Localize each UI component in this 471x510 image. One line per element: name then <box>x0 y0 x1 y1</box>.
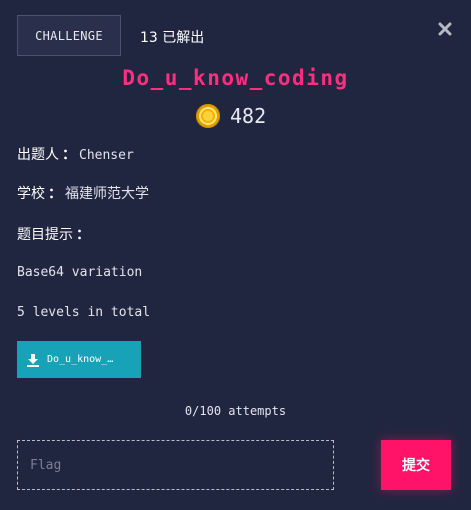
author-label: 出题人 <box>17 147 59 163</box>
school-value: 福建师范大学 <box>65 186 149 202</box>
author-separator: ： <box>62 147 76 163</box>
flag-input[interactable] <box>17 440 334 490</box>
challenge-title: Do_u_know_coding <box>122 66 349 90</box>
file-download-button[interactable]: Do_u_know_… <box>17 341 141 378</box>
category-tag: CHALLENGE <box>17 15 121 56</box>
author-value: Chenser <box>79 148 134 163</box>
file-name: Do_u_know_… <box>47 354 114 365</box>
hint-row: 题目提示 ： <box>17 224 93 244</box>
hint-label: 题目提示 <box>17 227 73 243</box>
challenge-modal: CHALLENGE 13 已解出 Do_u_know_coding 482 出题… <box>0 0 471 510</box>
hint-separator: ： <box>76 227 90 243</box>
author-row: 出题人 ： Chenser <box>17 144 134 164</box>
school-separator: ： <box>48 186 62 202</box>
close-button[interactable] <box>436 20 454 38</box>
submit-button[interactable]: 提交 <box>381 440 451 490</box>
description-line-1: Base64 variation <box>17 265 143 280</box>
description-line-2: 5 levels in total <box>17 305 151 320</box>
points-display: 482 <box>196 104 266 128</box>
school-label: 学校 <box>17 186 45 202</box>
solve-count: 13 已解出 <box>140 30 205 46</box>
attempts-counter: 0/100 attempts <box>184 404 287 418</box>
points-value: 482 <box>230 104 267 128</box>
download-icon <box>27 353 39 367</box>
coin-icon <box>196 104 220 128</box>
school-row: 学校 ： 福建师范大学 <box>17 183 149 203</box>
close-icon <box>438 22 452 36</box>
